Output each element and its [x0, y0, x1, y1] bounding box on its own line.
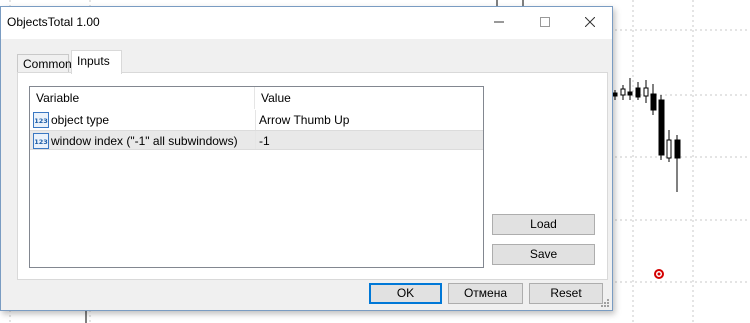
inputs-grid: Variable Value 123 object type Arrow Thu…	[29, 86, 484, 268]
int-type-icon: 123	[33, 112, 49, 128]
title-bar[interactable]: ObjectsTotal 1.00	[1, 7, 612, 39]
load-button[interactable]: Load	[492, 214, 595, 235]
reset-button[interactable]: Reset	[529, 283, 603, 304]
save-button[interactable]: Save	[492, 244, 595, 265]
arrow-thumb-up-marker	[654, 269, 664, 279]
grid-header: Variable Value	[30, 87, 483, 109]
inputs-panel: Variable Value 123 object type Arrow Thu…	[17, 72, 608, 280]
variable-value[interactable]: Arrow Thumb Up	[259, 110, 479, 130]
variable-value[interactable]: -1	[259, 131, 479, 151]
maximize-icon	[540, 17, 550, 27]
variable-name: window index ("-1" all subwindows)	[51, 134, 238, 148]
column-divider	[255, 110, 256, 130]
column-divider	[255, 131, 256, 149]
svg-text:123: 123	[34, 138, 48, 146]
window-title: ObjectsTotal 1.00	[7, 15, 100, 29]
minimize-icon	[494, 21, 504, 23]
close-button[interactable]	[567, 7, 613, 37]
table-row[interactable]: 123 window index ("-1" all subwindows) -…	[30, 130, 483, 150]
tab-common[interactable]: Common	[17, 54, 72, 73]
minimize-button[interactable]	[476, 7, 522, 37]
maximize-button[interactable]	[522, 7, 568, 37]
properties-dialog: ObjectsTotal 1.00 Common Inputs Variable…	[0, 6, 613, 311]
close-icon	[585, 17, 595, 27]
int-type-icon: 123	[33, 133, 49, 149]
column-header-value[interactable]: Value	[255, 87, 483, 109]
resize-grip-icon[interactable]	[600, 298, 610, 308]
svg-text:123: 123	[34, 117, 48, 125]
cancel-button[interactable]: Отмена	[448, 283, 523, 304]
variable-name: object type	[51, 113, 110, 127]
column-header-variable[interactable]: Variable	[30, 87, 255, 109]
table-row[interactable]: 123 object type Arrow Thumb Up	[30, 110, 483, 130]
tab-inputs[interactable]: Inputs	[71, 50, 122, 74]
ok-button[interactable]: OK	[369, 283, 442, 304]
